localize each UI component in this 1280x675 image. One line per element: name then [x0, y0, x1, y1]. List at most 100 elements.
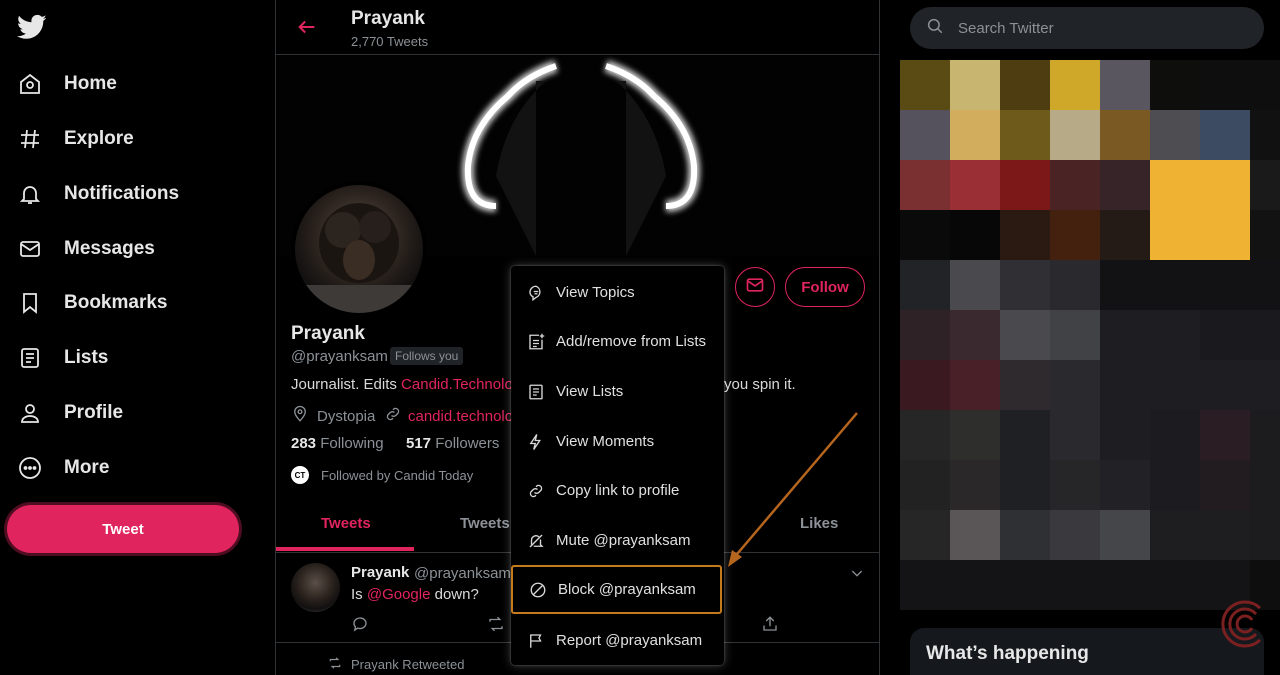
retweet-icon[interactable] — [487, 615, 505, 638]
tab-tweets-replies[interactable]: Tweets — [460, 515, 510, 532]
menu-copy-link-label: Copy link to profile — [556, 482, 680, 499]
bio-link[interactable]: Candid.Technolo — [401, 376, 513, 393]
share-icon[interactable] — [761, 615, 779, 638]
nav-more[interactable]: More — [16, 448, 109, 488]
search-bar[interactable] — [910, 7, 1264, 49]
pixel-block — [1150, 560, 1200, 610]
menu-block-label: Block @prayanksam — [558, 581, 696, 598]
message-button[interactable] — [735, 267, 775, 307]
pixel-block — [1150, 460, 1200, 510]
pixel-block — [950, 310, 1000, 360]
more-icon — [16, 454, 44, 482]
nav-explore[interactable]: Explore — [16, 119, 134, 159]
nav-home[interactable]: Home — [16, 64, 117, 104]
menu-view-topics[interactable]: View Topics — [511, 268, 724, 317]
menu-add-remove-lists[interactable]: Add/remove from Lists — [511, 317, 724, 366]
nav-lists[interactable]: Lists — [16, 338, 108, 378]
pixel-block — [1050, 310, 1100, 360]
following-count[interactable]: 283 Following — [291, 435, 384, 452]
pixel-block — [1150, 310, 1200, 360]
tweet-author-handle[interactable]: @prayanksam — [414, 565, 511, 582]
reply-icon[interactable] — [351, 615, 369, 638]
pixel-block — [950, 260, 1000, 310]
pixel-block — [1050, 560, 1100, 610]
search-input[interactable] — [958, 19, 1238, 37]
nav-lists-label: Lists — [64, 347, 109, 368]
pixel-block — [1000, 60, 1050, 110]
follows-you-badge: Follows you — [390, 347, 464, 365]
followed-by[interactable]: CT Followed by Candid Today — [291, 466, 473, 484]
mute-icon — [527, 532, 545, 550]
pixel-block — [1150, 160, 1200, 210]
pixel-block — [900, 210, 950, 260]
pixel-block — [1050, 160, 1100, 210]
header-tweet-count: 2,770 Tweets — [351, 34, 429, 49]
menu-view-topics-label: View Topics — [556, 284, 635, 301]
annotation-arrow — [728, 412, 858, 567]
pixel-block — [1000, 560, 1050, 610]
pixel-block — [950, 210, 1000, 260]
menu-block[interactable]: Block @prayanksam — [511, 565, 722, 614]
pixel-block — [1000, 410, 1050, 460]
pixel-block — [1050, 410, 1100, 460]
pixel-block — [900, 360, 950, 410]
menu-view-lists[interactable]: View Lists — [511, 367, 724, 416]
twitter-logo-icon[interactable] — [16, 12, 48, 42]
pixel-block — [1000, 510, 1050, 560]
pixel-block — [1000, 460, 1050, 510]
home-icon — [16, 70, 44, 98]
menu-view-moments[interactable]: View Moments — [511, 417, 724, 466]
pixel-block — [1100, 60, 1150, 110]
pixel-block — [900, 60, 950, 110]
pixel-block — [1150, 210, 1200, 260]
tweet-text-end: down? — [430, 586, 479, 603]
pixel-block — [1200, 360, 1250, 410]
followed-by-text: Followed by Candid Today — [321, 467, 474, 483]
block-icon — [529, 581, 547, 599]
pixel-block — [1100, 210, 1150, 260]
pixel-block — [950, 410, 1000, 460]
back-arrow-icon[interactable] — [296, 16, 318, 43]
tab-tweets[interactable]: Tweets — [321, 515, 371, 532]
mail-icon — [16, 235, 44, 263]
pixel-block — [1250, 60, 1280, 110]
nav-bookmarks-label: Bookmarks — [64, 292, 168, 313]
tweet-author-name[interactable]: Prayank — [351, 564, 409, 581]
menu-report[interactable]: Report @prayanksam — [511, 616, 724, 665]
tweet-avatar[interactable] — [291, 563, 340, 612]
nav-notifications[interactable]: Notifications — [16, 174, 179, 214]
pixel-block — [1200, 210, 1250, 260]
nav-profile-label: Profile — [64, 402, 124, 423]
profile-avatar[interactable] — [291, 181, 427, 317]
profile-website[interactable]: candid.technolo — [384, 405, 513, 427]
followers-count[interactable]: 517 Followers — [406, 435, 499, 452]
menu-add-remove-lists-label: Add/remove from Lists — [556, 333, 707, 350]
pixel-block — [950, 110, 1000, 160]
pixel-block — [950, 160, 1000, 210]
tweet-text-start: Is — [351, 586, 367, 603]
pixel-block — [900, 160, 950, 210]
nav-messages[interactable]: Messages — [16, 229, 155, 269]
pixel-block — [1100, 410, 1150, 460]
nav-profile[interactable]: Profile — [16, 393, 123, 433]
pixel-block — [1100, 510, 1150, 560]
pixel-block — [1250, 160, 1280, 210]
website-link[interactable]: candid.technolo — [408, 408, 513, 425]
tweet-button[interactable]: Tweet — [7, 505, 239, 553]
nav-bookmarks[interactable]: Bookmarks — [16, 283, 168, 323]
pixel-block — [950, 60, 1000, 110]
link-icon — [527, 482, 545, 500]
pixel-block — [1150, 510, 1200, 560]
pixel-block — [1000, 210, 1050, 260]
menu-report-label: Report @prayanksam — [556, 632, 703, 649]
menu-view-lists-label: View Lists — [556, 383, 624, 400]
pixel-block — [1250, 110, 1280, 160]
right-sidebar: What’s happening — [880, 0, 1280, 675]
menu-mute[interactable]: Mute @prayanksam — [511, 516, 724, 565]
pixel-block — [1100, 260, 1150, 310]
pixel-block — [1050, 210, 1100, 260]
menu-copy-link[interactable]: Copy link to profile — [511, 466, 724, 515]
tweet-mention[interactable]: @Google — [367, 586, 431, 603]
follow-button[interactable]: Follow — [785, 267, 865, 307]
pixel-block — [1200, 60, 1250, 110]
